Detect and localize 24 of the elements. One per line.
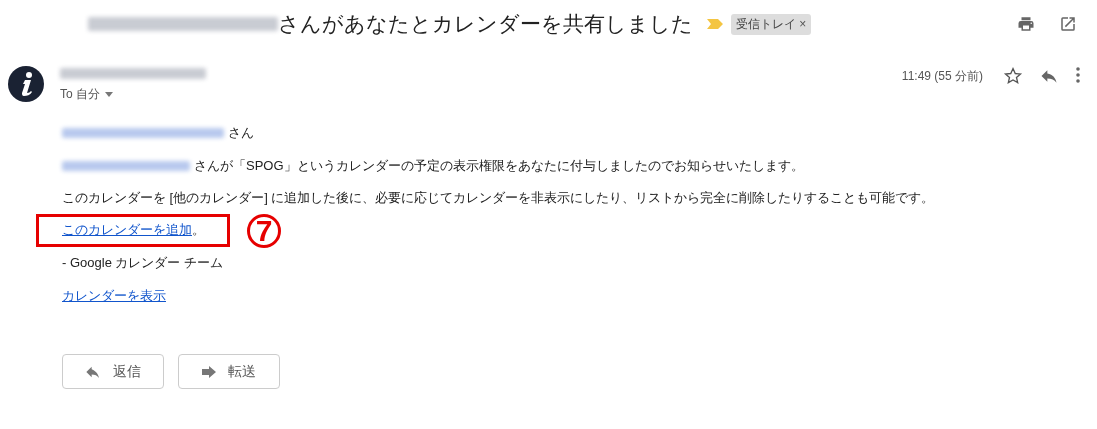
period-text: 。 — [192, 222, 205, 238]
email-subject: さんがあなたとカレンダーを共有しました — [278, 11, 693, 37]
print-icon[interactable] — [1017, 15, 1035, 33]
add-calendar-link[interactable]: このカレンダーを追加 — [62, 222, 192, 238]
forward-button[interactable]: 転送 — [178, 354, 280, 389]
remove-label-button[interactable]: × — [799, 16, 807, 31]
open-in-new-window-icon[interactable] — [1059, 15, 1077, 33]
signature-text: - Google カレンダー チーム — [62, 254, 224, 273]
caret-icon — [105, 92, 113, 97]
reply-arrow-icon — [85, 364, 101, 379]
star-icon[interactable] — [1003, 66, 1023, 86]
body-text: さんが「SPOG」というカレンダーの予定の表示権限をあなたに付与しましたのでお知らせいたします。 — [194, 156, 804, 175]
timestamp: 11:49 (55 分前) — [901, 68, 983, 85]
reply-button[interactable]: 返信 — [62, 354, 164, 389]
avatar-icon — [8, 66, 44, 102]
more-options-icon[interactable] — [1075, 66, 1081, 84]
importance-marker-icon[interactable] — [707, 19, 723, 29]
inbox-label: 受信トレイ × — [731, 13, 812, 35]
step-number-badge: 7 — [247, 213, 281, 248]
greeting-text: さん — [228, 124, 254, 143]
view-calendar-link[interactable]: カレンダーを表示 — [62, 286, 166, 305]
body-text: このカレンダーを [他のカレンダー] に追加した後に、必要に応じてカレンダーを非表示にしたり、リストから完全に削除したりすることも可能です。 — [62, 189, 935, 208]
forward-arrow-icon — [202, 365, 216, 378]
recipient-dropdown[interactable]: To 自分 — [60, 86, 206, 103]
